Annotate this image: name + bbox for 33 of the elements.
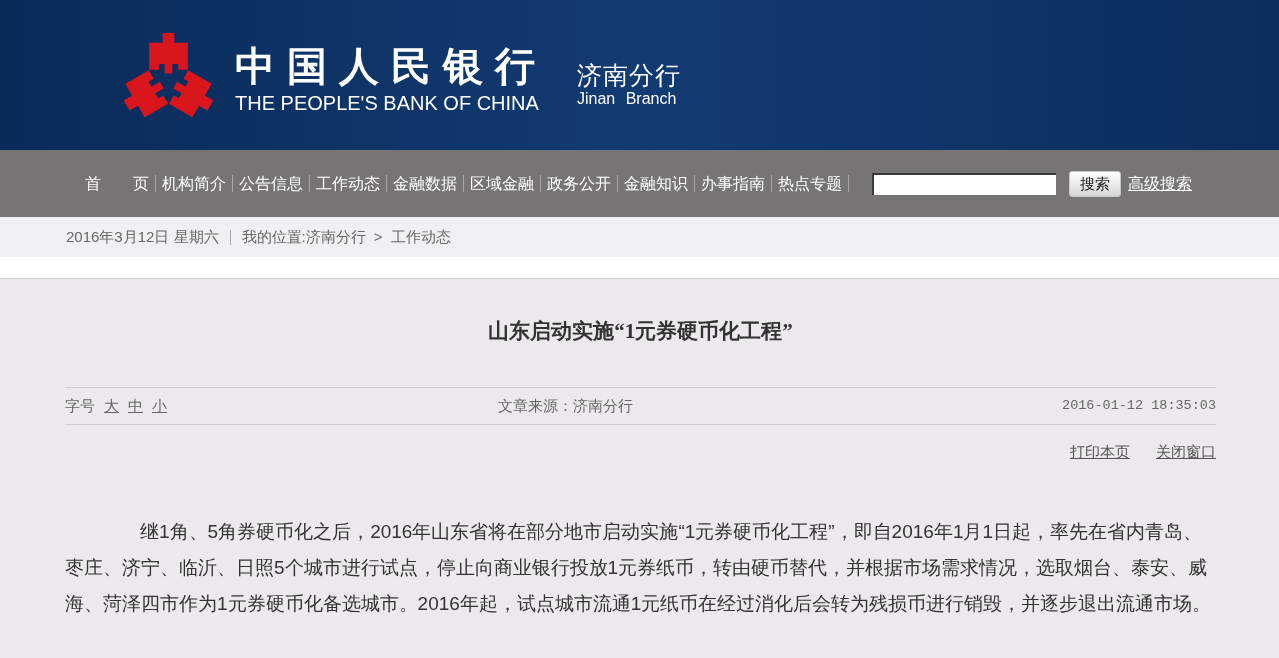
font-size-link[interactable]: 大: [104, 394, 119, 418]
article-action-link[interactable]: 打印本页: [1070, 441, 1130, 463]
nav-link[interactable]: 首 页: [85, 173, 149, 194]
bank-name-english: THE PEOPLE'S BANK OF CHINA: [235, 92, 540, 114]
nav-link[interactable]: 机构简介: [162, 173, 226, 194]
emblem-icon: [122, 32, 215, 118]
article-source: 文章来源：济南分行: [498, 395, 633, 416]
branch-name-english: Jinan Branch: [577, 90, 678, 108]
breadcrumb-separator: >: [373, 226, 383, 247]
font-size-label: 字号: [65, 395, 95, 416]
nav-link[interactable]: 区域金融: [470, 173, 534, 194]
branch-name-chinese: 济南分行: [577, 60, 681, 90]
advanced-search-link[interactable]: 高级搜索: [1128, 173, 1192, 194]
search-button[interactable]: 搜索: [1069, 170, 1121, 197]
nav-link[interactable]: 政务公开: [547, 173, 611, 194]
bank-name-chinese: 中国人民银行: [235, 44, 547, 88]
article-title: 山东启动实施“1元券硬币化工程”: [487, 319, 794, 343]
location-label: 我的位置:: [241, 226, 306, 247]
current-date: 2016年3月12日 星期六: [66, 226, 219, 247]
breadcrumb-link[interactable]: 济南分行: [305, 225, 366, 249]
nav-link[interactable]: 工作动态: [316, 173, 380, 194]
search-field[interactable]: [872, 172, 1056, 195]
breadcrumb-link[interactable]: 工作动态: [390, 225, 451, 249]
font-size-link[interactable]: 中: [128, 394, 143, 418]
nav-link[interactable]: 金融知识: [624, 173, 688, 194]
publish-datetime: 2016-01-12 18:35:03: [1062, 396, 1216, 415]
article-paragraph: 继1角、5角券硬币化之后，2016年山东省将在部分地市启动实施“1元券硬币化工程”，即自2016年1月1日起，率先在省内青岛、枣庄、济宁、临沂、日照5个城市进行试点，停止向商业银行投放1元券纸币，转由硬币替代，并根据市场需求情况，选取烟台、泰安、威海、菏泽四市作为1元券硬币化备选城市。2016年起，试点城市流通1元纸币在经过消化后会转为残损币进行销毁，并逐步退出流通市场。: [65, 520, 1213, 616]
article-action-link[interactable]: 关闭窗口: [1156, 441, 1216, 463]
nav-link[interactable]: 办事指南: [701, 173, 765, 194]
nav-link[interactable]: 公告信息: [239, 173, 303, 194]
nav-link[interactable]: 热点专题: [778, 173, 842, 194]
font-size-link[interactable]: 小: [152, 394, 167, 418]
nav-link[interactable]: 金融数据: [393, 173, 457, 194]
